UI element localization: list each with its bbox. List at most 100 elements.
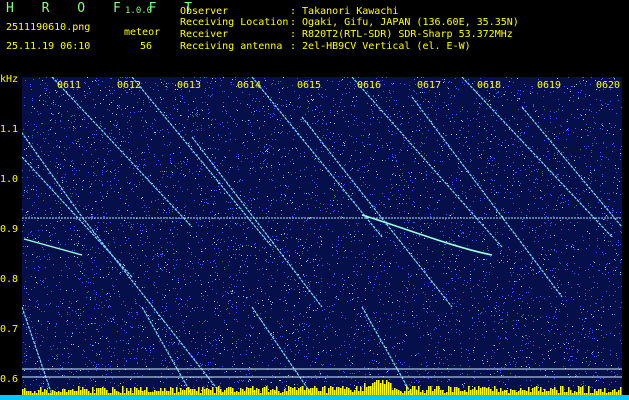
histogram-bar [330,386,332,395]
meteor-count: 56 [140,41,153,52]
histogram-bar [370,386,372,395]
histogram-bar [494,386,496,395]
histogram-bar [122,386,124,395]
histogram-bar [364,383,366,395]
meta-key-receiver: Receiver [180,29,229,40]
histogram-bar [390,383,392,395]
x-tick: 0615 [297,80,322,91]
histogram-bar [256,388,258,395]
x-tick: 0618 [477,80,502,91]
histogram-bar [332,387,334,395]
x-tick: 0614 [237,80,262,91]
histogram-bar [172,388,174,395]
histogram-bar [382,380,384,395]
histogram-bar [484,387,486,395]
histogram-bar [458,388,460,395]
x-tick: 0619 [537,80,562,91]
meta-value-antenna: : 2el-HB9CV Vertical (el. E-W) [290,41,471,52]
histogram-bar [474,387,476,395]
histogram-bar [378,380,380,395]
histogram-bar [540,387,542,395]
histogram-bar [336,387,338,395]
histogram-bar [300,387,302,395]
file-datetime: 25.11.19 06:10 [6,41,91,52]
histogram-bar [112,387,114,395]
histogram-bar [140,387,142,395]
histogram-bar [98,388,100,395]
histogram-bar [104,388,106,395]
histogram-bar [164,388,166,395]
histogram-bar [348,388,350,395]
histogram-bar [568,387,570,395]
bottom-bar [0,395,629,400]
histogram-bar [436,386,438,395]
histogram-bar [430,386,432,395]
histogram-bar [232,388,234,395]
histogram-bar [582,386,584,395]
histogram-bar [500,388,502,395]
histogram-bar [438,386,440,395]
y-tick: 0.6 [0,374,19,385]
histogram-bar [230,387,232,395]
histogram-bar [560,386,562,395]
histogram-bar [276,387,278,395]
meta-value-receiver: : R820T2(RTL-SDR) SDR-Sharp 53.372MHz [290,29,513,40]
y-tick: 0.7 [0,324,19,335]
x-tick: 0611 [57,80,82,91]
histogram-bar [102,387,104,395]
histogram-bar [536,386,538,395]
histogram-bar [478,386,480,395]
histogram-bar [170,387,172,395]
histogram-bar [468,386,470,395]
histogram-bar [456,387,458,395]
histogram-bar [160,388,162,395]
histogram-bar [246,387,248,395]
histogram-bar [92,387,94,395]
histogram-bar [324,386,326,395]
histogram-bar [360,387,362,395]
histogram-bar [550,388,552,395]
histogram-bar [412,386,414,395]
histogram-bar [368,386,370,395]
spectrogram-background [22,77,622,395]
histogram-bar [288,386,290,395]
histogram-bar [186,388,188,395]
histogram-bar [480,388,482,395]
histogram-bar [580,387,582,395]
histogram-bar [206,388,208,395]
x-tick: 0620 [596,80,621,91]
histogram-bar [534,387,536,395]
histogram-bar [386,380,388,395]
y-tick: 1.1 [0,124,19,135]
histogram-bar [202,387,204,395]
histogram-bar [306,388,308,395]
histogram-bar [356,386,358,395]
histogram-bar [240,388,242,395]
histogram-bar [176,387,178,395]
histogram-bar [294,387,296,395]
histogram-bar [312,388,314,395]
histogram-bar [180,388,182,395]
histogram-bar [448,386,450,395]
histogram-bar [388,382,390,395]
histogram-bar [248,388,250,395]
histogram-bar [314,386,316,395]
y-tick: 0.9 [0,224,19,235]
histogram-bar [380,383,382,395]
x-tick: 0613 [177,80,202,91]
histogram-bar [528,387,530,395]
histogram-bar [298,388,300,395]
histogram-bar [198,387,200,395]
histogram-bar [366,387,368,395]
histogram-bar [96,388,98,395]
histogram-bar [290,387,292,395]
histogram-bar [226,388,228,395]
histogram-bar [562,386,564,395]
histogram-bar [188,387,190,395]
histogram-bar [340,388,342,395]
histogram-bar [146,387,148,395]
histogram-bar [482,387,484,395]
histogram-bar [342,386,344,395]
histogram-bar [78,386,80,395]
histogram-bar [520,388,522,395]
